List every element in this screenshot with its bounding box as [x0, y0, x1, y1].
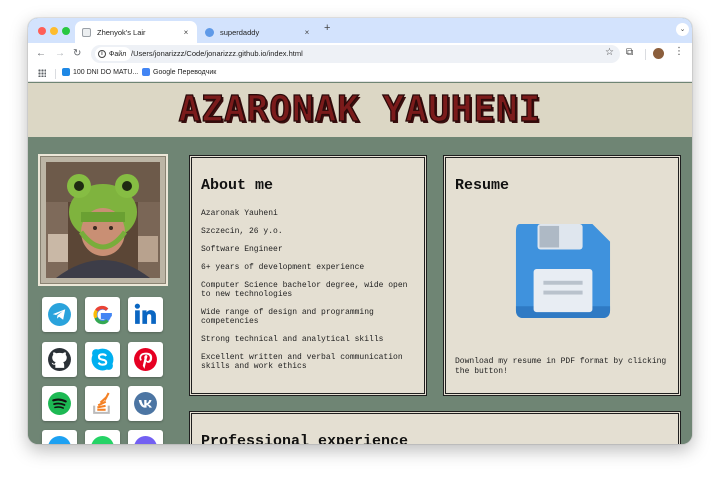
minimize-window-button[interactable] — [50, 27, 58, 35]
github-button[interactable] — [42, 342, 77, 377]
bookmark-favicon-icon — [62, 68, 70, 76]
tab-superdaddy[interactable]: superdaddy × — [198, 21, 318, 43]
resume-card: Resume Download my resume in PDF format … — [443, 155, 681, 396]
whatsapp-button[interactable] — [85, 430, 120, 444]
pinterest-button[interactable] — [128, 342, 163, 377]
about-me-list: Azaronak Yauheni Szczecin, 26 y.o. Softw… — [201, 209, 419, 380]
twitter-button[interactable] — [42, 430, 77, 444]
professional-experience-card: Professional experience — [189, 411, 681, 444]
linkedin-button[interactable] — [128, 297, 163, 332]
about-line-communication: Excellent written and verbal communicati… — [201, 353, 403, 371]
reload-button[interactable]: ↻ — [73, 47, 81, 61]
telegram-button[interactable] — [42, 297, 77, 332]
apps-grid-icon[interactable] — [38, 69, 46, 77]
about-line-skills: Strong technical and analytical skills — [201, 335, 384, 344]
vk-button[interactable] — [128, 386, 163, 421]
bookmarks-bar: 100 DNI DO MATU... Google Переводчик — [28, 65, 692, 82]
about-line-name: Azaronak Yauheni — [201, 209, 278, 218]
globe-icon — [205, 27, 214, 37]
about-me-card: About me Azaronak Yauheni Szczecin, 26 y… — [189, 155, 427, 396]
linkedin-icon — [134, 303, 156, 324]
profile-photo-frame — [38, 154, 168, 286]
tab-title: superdaddy — [220, 27, 260, 37]
floppy-disk-download-icon[interactable] — [514, 222, 612, 320]
url-text[interactable]: /Users/jonarizzz/Code/jonarizzz.github.i… — [131, 49, 303, 58]
stackoverflow-icon — [93, 392, 110, 414]
toolbar-divider — [645, 49, 646, 60]
about-line-location: Szczecin, 26 y.o. — [201, 227, 283, 236]
vk-icon — [134, 392, 157, 415]
profile-photo — [46, 162, 160, 278]
professional-experience-title: Professional experience — [201, 433, 409, 444]
bookmark-label: Google Переводчик — [153, 68, 217, 76]
back-button[interactable]: ← — [36, 47, 46, 61]
about-me-title: About me — [201, 177, 274, 194]
tab-search-chevron-icon[interactable]: ⌄ — [676, 23, 689, 36]
site-header: AZARONAK YAUHENI — [28, 83, 692, 137]
site-info-label: Файл — [109, 50, 127, 58]
spotify-button[interactable] — [42, 386, 77, 421]
skype-icon — [91, 348, 114, 371]
forward-button[interactable]: → — [55, 47, 65, 61]
close-icon[interactable]: × — [302, 28, 312, 37]
google-icon — [93, 305, 112, 325]
page-icon — [82, 27, 91, 37]
about-line-role: Software Engineer — [201, 245, 283, 254]
close-icon[interactable]: × — [181, 28, 191, 37]
bookmarks-divider — [55, 69, 56, 79]
extensions-icon[interactable]: ⧉ — [626, 47, 633, 58]
site-info-button[interactable]: i Файл — [95, 47, 132, 61]
google-button[interactable] — [85, 297, 120, 332]
bookmark-star-icon[interactable]: ☆ — [605, 47, 614, 58]
site-title: AZARONAK YAUHENI — [178, 88, 542, 130]
browser-toolbar: ← → ↻ i Файл /Users/jonarizzz/Code/jonar… — [28, 43, 692, 65]
stackoverflow-button[interactable] — [85, 386, 120, 421]
info-icon: i — [98, 50, 106, 58]
browser-window: Zhenyok's Lair × superdaddy × + ⌄ ← → ↻ … — [28, 18, 692, 444]
web-page: AZARONAK YAUHENI About me Azaronak Yauhe… — [28, 83, 692, 444]
new-tab-button[interactable]: + — [324, 22, 330, 34]
bookmark-100-dni[interactable]: 100 DNI DO MATU... — [62, 68, 138, 76]
profile-avatar[interactable] — [653, 48, 664, 59]
telegram-icon — [48, 303, 71, 326]
whatsapp-icon — [91, 436, 114, 444]
pinterest-icon — [134, 348, 157, 371]
maximize-window-button[interactable] — [62, 27, 70, 35]
browser-menu-icon[interactable]: ⋮ — [674, 46, 684, 57]
about-line-education: Computer Science bachelor degree, wide o… — [201, 281, 408, 299]
tab-strip: Zhenyok's Lair × superdaddy × + ⌄ — [28, 18, 692, 43]
resume-description: Download my resume in PDF format by clic… — [455, 357, 667, 376]
github-icon — [48, 348, 71, 371]
about-line-competencies: Wide range of design and programming com… — [201, 308, 374, 326]
tab-title: Zhenyok's Lair — [97, 27, 146, 37]
viber-button[interactable] — [128, 430, 163, 444]
about-line-experience: 6+ years of development experience — [201, 263, 365, 272]
google-translate-icon — [142, 68, 150, 76]
close-window-button[interactable] — [38, 27, 46, 35]
spotify-icon — [48, 392, 71, 415]
resume-title: Resume — [455, 177, 510, 194]
tab-zhenyoks-lair[interactable]: Zhenyok's Lair × — [75, 21, 197, 43]
address-bar[interactable]: i Файл /Users/jonarizzz/Code/jonarizzz.g… — [91, 45, 620, 63]
bookmark-google-translate[interactable]: Google Переводчик — [142, 68, 216, 76]
skype-button[interactable] — [85, 342, 120, 377]
twitter-icon — [48, 436, 71, 444]
viber-icon — [134, 436, 157, 444]
bookmark-label: 100 DNI DO MATU... — [73, 68, 139, 76]
